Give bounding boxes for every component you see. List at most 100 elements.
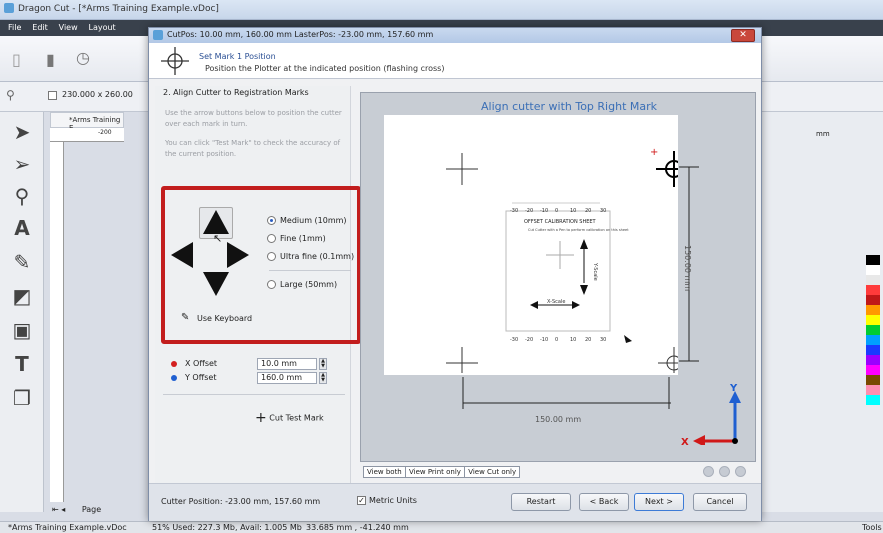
shape-tool-icon[interactable]: ◩ — [8, 284, 36, 312]
step-ultrafine-radio[interactable]: Ultra fine (0.1mm) — [267, 252, 354, 261]
axis-indicator-icon — [693, 391, 741, 445]
tool-options-icon[interactable]: ⚲ — [6, 88, 15, 102]
first-page-icon[interactable]: ⇤ ◂ — [52, 505, 65, 514]
active-mark-plus: + — [650, 147, 658, 158]
tab-view-both[interactable]: View both — [363, 466, 406, 478]
dialog-title: CutPos: 10.00 mm, 160.00 mm LasterPos: -… — [167, 30, 434, 39]
color-swatch[interactable] — [866, 375, 880, 385]
right-unit-label: mm — [816, 130, 830, 138]
horizontal-ruler: -200 — [50, 128, 124, 142]
color-swatch[interactable] — [866, 275, 880, 285]
scale-tick-label: 10 — [570, 208, 576, 214]
registration-marks — [446, 153, 678, 373]
scale-tick-label: 20 — [585, 208, 591, 214]
x-offset-input[interactable]: 10.0 mm — [257, 358, 317, 370]
scale-tick-label: 0 — [555, 208, 558, 214]
cutter-position: Cutter Position: -23.00 mm, 157.60 mm — [161, 497, 321, 506]
hint-text-test: You can click "Test Mark" to check the a… — [165, 139, 341, 158]
cut-test-label: Cut Test Mark — [269, 413, 324, 423]
step-large-radio[interactable]: Large (50mm) — [267, 280, 337, 289]
tab-view-cut[interactable]: View Cut only — [464, 466, 521, 478]
color-palette[interactable] — [866, 255, 880, 485]
dialog-logo-icon — [153, 30, 163, 40]
menu-file[interactable]: File — [8, 23, 21, 32]
menu-edit[interactable]: Edit — [32, 23, 48, 32]
use-keyboard-link[interactable]: Use Keyboard — [197, 314, 252, 323]
scale-tick-label: 10 — [570, 337, 576, 343]
mark-preview: Align cutter with Top Right Mark + -30 -… — [360, 92, 756, 462]
step-title: Set Mark 1 Position — [199, 52, 276, 61]
document-tab[interactable]: *Arms Training E — [50, 112, 124, 132]
zoom-out-icon[interactable] — [719, 466, 730, 477]
menu-layout[interactable]: Layout — [89, 23, 116, 32]
highlight-box: ↖ Medium (10mm) Fine (1mm) Ultra fine (0… — [161, 186, 361, 344]
color-swatch[interactable] — [866, 365, 880, 375]
view-tabs: View both View Print only View Cut only — [363, 466, 521, 478]
text-a-tool-icon[interactable]: A — [8, 216, 36, 244]
preview-title: Align cutter with Top Right Mark — [481, 100, 657, 113]
color-swatch[interactable] — [866, 305, 880, 315]
select-tool-icon[interactable]: ➤ — [8, 120, 36, 148]
cancel-button[interactable]: Cancel — [693, 493, 747, 511]
size-lock-checkbox[interactable] — [48, 91, 57, 100]
color-swatch[interactable] — [866, 255, 880, 265]
step-medium-radio[interactable]: Medium (10mm) — [267, 216, 347, 225]
x-scale-label: X-Scale — [547, 299, 565, 305]
height-label: 150.00 mm — [683, 245, 692, 292]
y-offset-stepper[interactable]: ▲ ▼ — [319, 372, 327, 384]
width-dimension — [462, 377, 671, 409]
x-offset-stepper[interactable]: ▲ ▼ — [319, 358, 327, 370]
color-swatch[interactable] — [866, 395, 880, 405]
color-swatch[interactable] — [866, 285, 880, 295]
app-logo-icon — [4, 3, 14, 13]
zoom-in-icon[interactable] — [703, 466, 714, 477]
color-swatch[interactable] — [866, 345, 880, 355]
bottom-scale-labels: -30 -20 -10 0 10 20 30 — [510, 337, 606, 343]
color-swatch[interactable] — [866, 355, 880, 365]
metric-units-checkbox[interactable]: ✓ Metric Units — [357, 496, 417, 505]
zoom-tool-icon[interactable]: ⚲ — [8, 184, 36, 212]
color-swatch[interactable] — [866, 295, 880, 305]
status-position: 33.685 mm , -41.240 mm — [306, 523, 409, 532]
dialog-content: 2. Align Cutter to Registration Marks Us… — [149, 79, 761, 484]
color-swatch[interactable] — [866, 265, 880, 275]
scale-tick-label: -30 — [510, 208, 518, 214]
new-document-icon[interactable]: ▯ — [12, 50, 21, 69]
arrow-left-button[interactable] — [169, 240, 195, 270]
type-tool-icon[interactable]: T — [8, 352, 36, 380]
zoom-fit-icon[interactable] — [735, 466, 746, 477]
dialog-footer: Cutter Position: -23.00 mm, 157.60 mm ✓ M… — [149, 483, 761, 521]
x-offset-label: X Offset — [171, 359, 217, 368]
ruler-mark: -200 — [98, 129, 112, 136]
next-button[interactable]: Next > — [634, 493, 684, 511]
app-title-bar: Dragon Cut - [*Arms Training Example.vDo… — [0, 0, 883, 20]
layers-tool-icon[interactable]: ❐ — [8, 386, 36, 414]
y-offset-input[interactable]: 160.0 mm — [257, 372, 317, 384]
arrow-down-button[interactable] — [201, 270, 231, 298]
step-fine-radio[interactable]: Fine (1mm) — [267, 234, 326, 243]
color-swatch[interactable] — [866, 385, 880, 395]
page-navigator[interactable]: ⇤ ◂ Page — [52, 505, 101, 514]
color-swatch[interactable] — [866, 325, 880, 335]
open-icon[interactable]: ▮ — [46, 50, 55, 69]
app-title: Dragon Cut - [*Arms Training Example.vDo… — [18, 4, 219, 14]
color-swatch[interactable] — [866, 335, 880, 345]
plus-icon: + — [255, 410, 267, 426]
tab-view-print[interactable]: View Print only — [404, 466, 465, 478]
node-tool-icon[interactable]: ➢ — [8, 152, 36, 180]
pen-tool-icon[interactable]: ✎ — [8, 250, 36, 278]
status-tools: Tools — [862, 523, 882, 532]
status-memory: 51% Used: 227.3 Mb, Avail: 1.005 Mb — [152, 523, 302, 532]
color-swatch[interactable] — [866, 315, 880, 325]
toolbox: ➤ ➢ ⚲ A ✎ ◩ ▣ T ❐ — [0, 112, 44, 512]
close-button[interactable]: ✕ — [731, 29, 755, 42]
clock-icon[interactable]: ◷ — [76, 48, 90, 67]
restart-button[interactable]: Restart — [511, 493, 571, 511]
menu-view[interactable]: View — [59, 23, 78, 32]
arrow-right-button[interactable] — [225, 240, 251, 270]
back-button[interactable]: < Back — [579, 493, 629, 511]
image-tool-icon[interactable]: ▣ — [8, 318, 36, 346]
vertical-ruler — [50, 142, 64, 502]
cut-test-mark-button[interactable]: + Cut Test Mark — [255, 410, 324, 426]
right-docker: mm — [762, 112, 883, 512]
